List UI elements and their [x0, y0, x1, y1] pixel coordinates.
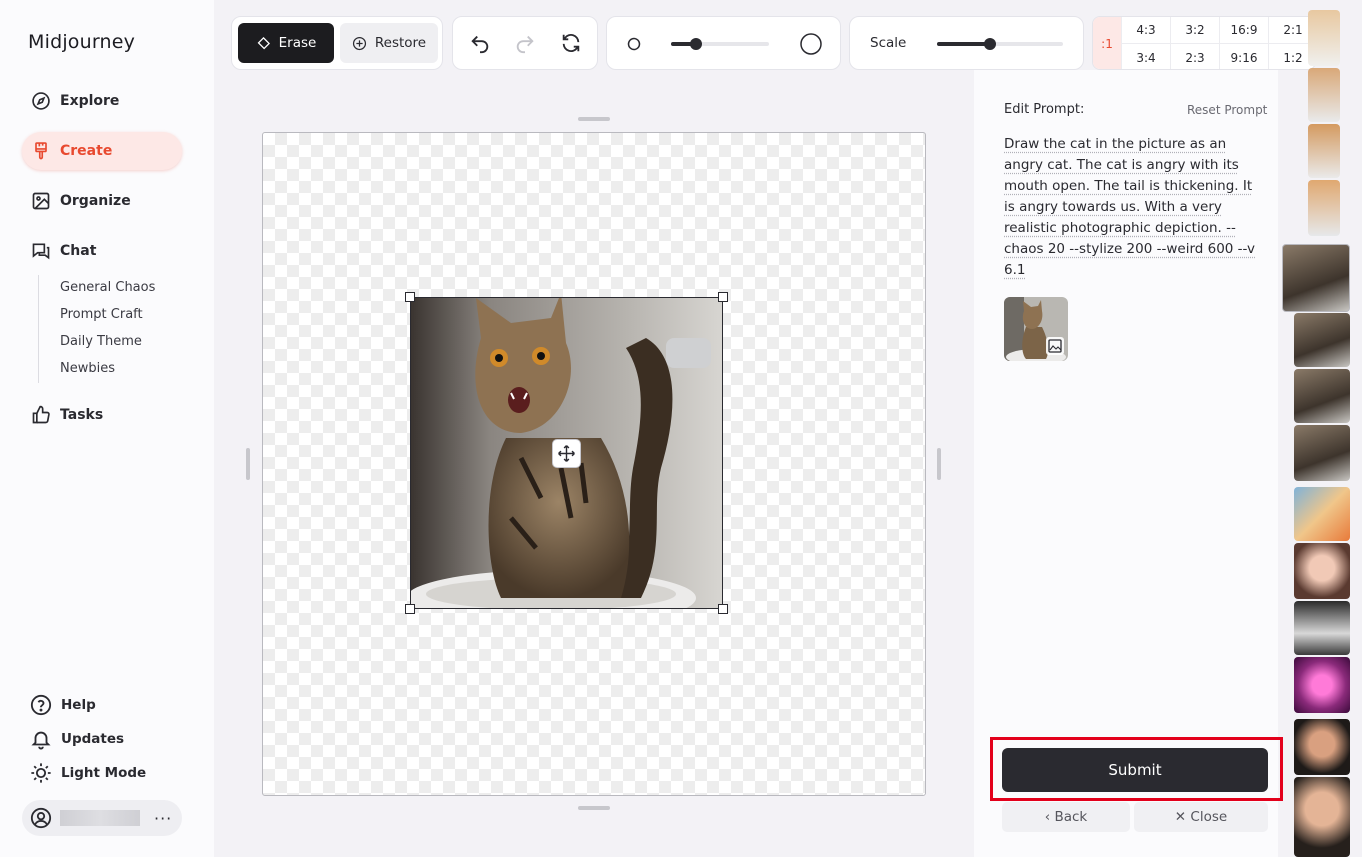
thumbnail[interactable] [1308, 68, 1340, 122]
nav-create-label: Create [60, 143, 113, 159]
small-brush-icon [627, 37, 641, 51]
nav-chat-label: Chat [60, 243, 97, 259]
brand-logo[interactable]: Midjourney [28, 31, 135, 53]
nav-organize-label: Organize [60, 193, 131, 209]
thumbnail[interactable] [1308, 180, 1340, 236]
move-handle[interactable] [552, 439, 581, 468]
history-group [452, 16, 598, 70]
brush-icon [35, 142, 47, 160]
nav-explore-label: Explore [60, 93, 120, 109]
thumbnail[interactable] [1294, 719, 1350, 775]
reset-prompt-button[interactable]: Reset Prompt [1187, 103, 1267, 117]
resize-handle-left[interactable] [246, 448, 250, 480]
thumbnail[interactable] [1294, 369, 1350, 423]
undo-icon[interactable] [469, 32, 491, 54]
image-icon [32, 192, 50, 210]
thumbnail[interactable] [1294, 601, 1350, 655]
scale-fill [937, 42, 990, 46]
crop-corner-bottom-left[interactable] [405, 604, 415, 614]
help-icon [30, 694, 52, 716]
erase-restore-group: Erase Restore [231, 16, 443, 70]
nav-chat[interactable]: Chat [22, 232, 182, 270]
scale-knob[interactable] [983, 38, 996, 50]
ratio-4-3[interactable]: 4:3 [1121, 17, 1170, 44]
nav-tasks[interactable]: Tasks [22, 396, 182, 434]
ratio-2-3[interactable]: 2:3 [1170, 44, 1219, 69]
help-label: Help [61, 697, 96, 713]
plus-circle-icon [352, 36, 366, 50]
thumbnail[interactable] [1294, 313, 1350, 367]
nav-organize[interactable]: Organize [22, 182, 182, 220]
compass-icon [32, 92, 50, 110]
resize-handle-top[interactable] [578, 117, 610, 121]
resize-handle-bottom[interactable] [578, 806, 610, 810]
chat-channels-divider [38, 275, 39, 383]
brush-size-group [606, 16, 841, 70]
user-icon [30, 807, 52, 829]
thumbnail-selected[interactable] [1282, 244, 1350, 312]
thumbnail[interactable] [1308, 124, 1340, 178]
light-mode-label: Light Mode [61, 765, 147, 781]
ratio-3-4[interactable]: 3:4 [1121, 44, 1170, 69]
restore-button[interactable]: Restore [340, 23, 438, 63]
crop-corner-bottom-right[interactable] [718, 604, 728, 614]
brush-size-knob[interactable] [689, 38, 702, 50]
ratio-9-16[interactable]: 9:16 [1219, 44, 1268, 69]
thumbnail[interactable] [1308, 10, 1340, 66]
crop-corner-top-left[interactable] [405, 292, 415, 302]
thumbnail[interactable] [1294, 543, 1350, 599]
submit-button[interactable]: Submit [1002, 748, 1268, 792]
scale-slider[interactable] [937, 38, 1063, 50]
sidebar: Midjourney Explore Create Organize Chat … [0, 0, 214, 857]
erase-label: Erase [278, 35, 317, 51]
channel-general-chaos[interactable]: General Chaos [60, 280, 155, 295]
nav-create[interactable]: Create [22, 132, 182, 170]
thumbnail[interactable] [1294, 425, 1350, 481]
more-icon[interactable]: ··· [154, 809, 172, 828]
nav-tasks-label: Tasks [60, 407, 104, 423]
channel-newbies[interactable]: Newbies [60, 361, 115, 376]
chat-icon [32, 243, 50, 260]
move-icon [558, 445, 575, 462]
reference-cat-image [1004, 297, 1068, 361]
user-name-redacted [60, 810, 140, 826]
updates-label: Updates [61, 731, 125, 747]
thumbnail[interactable] [1294, 487, 1350, 541]
eraser-icon [257, 36, 270, 49]
help-link[interactable]: Help [30, 694, 96, 716]
bell-icon [31, 731, 51, 750]
user-menu[interactable]: ··· [22, 800, 182, 836]
close-button[interactable]: ✕ Close [1134, 802, 1268, 832]
large-brush-icon [800, 33, 822, 55]
sun-icon [31, 763, 51, 783]
prompt-textarea[interactable]: Draw the cat in the picture as an angry … [1004, 134, 1266, 281]
edit-prompt-label: Edit Prompt: [1004, 102, 1085, 117]
brush-size-slider[interactable] [671, 38, 769, 50]
scale-group: Scale [849, 16, 1084, 70]
ratio-3-2[interactable]: 3:2 [1170, 17, 1219, 44]
nav-explore[interactable]: Explore [22, 82, 182, 120]
reference-image-thumbnail[interactable] [1004, 297, 1068, 361]
channel-prompt-craft[interactable]: Prompt Craft [60, 307, 143, 322]
history-thumbnail-strip [1278, 0, 1362, 857]
thumbnail[interactable] [1294, 657, 1350, 713]
back-button[interactable]: ‹ Back [1002, 802, 1130, 832]
resize-handle-right[interactable] [937, 448, 941, 480]
light-mode-toggle[interactable]: Light Mode [30, 762, 146, 784]
erase-button[interactable]: Erase [238, 23, 334, 63]
crop-corner-top-right[interactable] [718, 292, 728, 302]
updates-link[interactable]: Updates [30, 728, 124, 750]
ratio-16-9[interactable]: 16:9 [1219, 17, 1268, 44]
thumbnail[interactable] [1294, 777, 1350, 857]
redo-icon[interactable] [514, 32, 536, 54]
thumbs-up-icon [32, 405, 50, 424]
ratio-option-partial[interactable]: :1 [1093, 17, 1121, 69]
reset-icon[interactable] [560, 32, 582, 54]
scale-label: Scale [870, 35, 907, 51]
channel-daily-theme[interactable]: Daily Theme [60, 334, 142, 349]
restore-label: Restore [374, 35, 427, 51]
